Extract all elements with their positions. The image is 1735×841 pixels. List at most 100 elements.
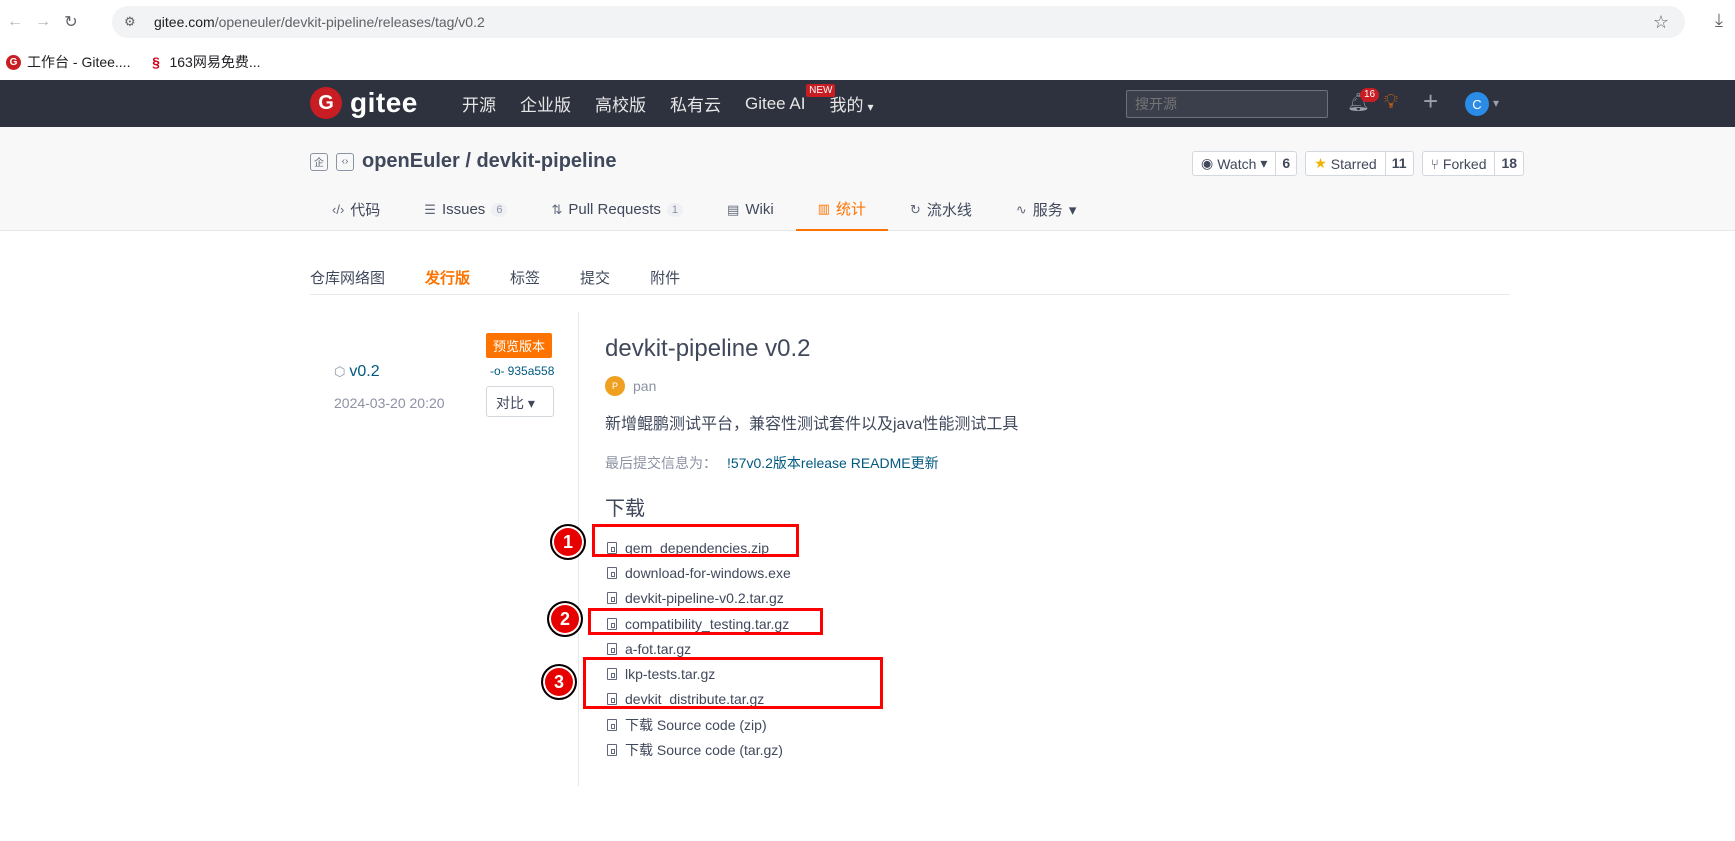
pr-count: 1 <box>666 202 684 217</box>
nav-education[interactable]: 高校版 <box>595 91 646 116</box>
service-icon: ∿ <box>1015 201 1027 217</box>
tab-code[interactable]: ‹/› 代码 <box>310 188 402 231</box>
star-count[interactable]: 11 <box>1386 152 1413 175</box>
url-host: gitee.com <box>154 14 215 30</box>
nav-private-cloud[interactable]: 私有云 <box>670 91 721 116</box>
watch-label: Watch <box>1217 155 1257 172</box>
tab-pipeline[interactable]: ↻ 流水线 <box>888 188 994 231</box>
user-avatar[interactable]: C <box>1465 92 1489 116</box>
bookmark-label: 工作台 - Gitee.... <box>27 54 131 70</box>
tab-label: Issues <box>441 201 486 218</box>
nav-gitee-ai-label: Gitee AI <box>745 93 806 113</box>
highlight-box-3 <box>583 657 883 709</box>
annotation-marker-3: 3 <box>541 664 577 700</box>
tag-icon: ⬡ <box>334 364 346 379</box>
release-author[interactable]: P pan <box>605 376 656 396</box>
chevron-down-icon: ▾ <box>1260 155 1268 171</box>
nav-open-source[interactable]: 开源 <box>462 91 496 116</box>
address-bar[interactable]: ⚙ gitee.com/openeuler/devkit-pipeline/re… <box>112 6 1685 38</box>
chevron-down-icon: ▾ <box>527 395 535 411</box>
download-list: gem_dependencies.zip download-for-window… <box>607 535 791 763</box>
bookmark-gitee[interactable]: G 工作台 - Gitee.... <box>6 52 130 72</box>
reload-icon[interactable]: ↻ <box>58 9 84 35</box>
star-label: Starred <box>1330 155 1377 172</box>
nav-mine-dropdown[interactable]: 我的 <box>829 91 873 116</box>
download-item[interactable]: download-for-windows.exe <box>607 560 791 585</box>
subnav-tags[interactable]: 标签 <box>510 254 540 294</box>
forward-icon[interactable]: → <box>30 9 56 35</box>
last-commit-link[interactable]: !57v0.2版本release README更新 <box>727 453 939 473</box>
tab-service[interactable]: ∿ 服务 ▾ <box>994 188 1098 231</box>
tab-label: 代码 <box>350 202 381 219</box>
stats-icon: ▥ <box>817 200 830 216</box>
enterprise-icon: 企 <box>310 152 328 171</box>
subnav-attachments[interactable]: 附件 <box>650 254 680 294</box>
download-name: a-fot.tar.gz <box>625 640 692 657</box>
annotation-marker-1: 1 <box>550 524 586 560</box>
gitee-logo-icon: G <box>310 87 342 119</box>
chevron-down-icon[interactable]: ▾ <box>1493 96 1499 110</box>
bookmark-163[interactable]: § 163网易免费... <box>148 52 261 72</box>
tab-issues[interactable]: ☰ Issues 6 <box>402 188 529 231</box>
tab-wiki[interactable]: ▤ Wiki <box>705 188 796 231</box>
tab-stats[interactable]: ▥ 统计 <box>795 188 888 231</box>
fork-button[interactable]: ⑂ Forked 18 <box>1421 151 1525 176</box>
tab-label: Wiki <box>745 201 774 218</box>
repo-title: 企 ‹› openEuler / devkit-pipeline <box>310 150 617 173</box>
download-source-targz[interactable]: 下载 Source code (tar.gz) <box>607 737 791 762</box>
subnav-releases[interactable]: 发行版 <box>425 254 470 294</box>
commit-icon: -o- <box>490 364 505 378</box>
download-name: 下载 Source code (tar.gz) <box>625 742 783 759</box>
author-name: pan <box>633 378 657 394</box>
tag-link[interactable]: ⬡ v0.2 <box>334 363 380 381</box>
watch-count[interactable]: 6 <box>1276 152 1296 175</box>
repo-name[interactable]: openEuler / devkit-pipeline <box>362 150 617 173</box>
highlight-box-2 <box>588 608 823 635</box>
annotation-marker-2: 2 <box>547 601 583 637</box>
top-nav: 开源 企业版 高校版 私有云 Gitee AI NEW 我的 <box>462 80 874 127</box>
download-name: devkit-pipeline-v0.2.tar.gz <box>625 590 784 607</box>
tab-label: Pull Requests <box>568 201 661 218</box>
file-zip-icon <box>607 592 617 605</box>
plus-icon[interactable]: + <box>1423 86 1438 117</box>
tab-label: 流水线 <box>926 202 972 219</box>
nav-gitee-ai[interactable]: Gitee AI NEW <box>745 83 836 114</box>
tab-pull-requests[interactable]: ⇅ Pull Requests 1 <box>529 188 705 231</box>
lightbulb-icon[interactable]: 💡︎ <box>1384 91 1398 114</box>
compare-label: 对比 <box>496 395 524 411</box>
tab-label: 统计 <box>835 201 866 218</box>
issues-count: 6 <box>491 202 508 217</box>
eye-icon: ◉ <box>1201 155 1214 171</box>
site-info-icon[interactable]: ⚙ <box>124 14 142 30</box>
bookmark-label: 163网易免费... <box>169 54 261 70</box>
back-icon[interactable]: ← <box>2 9 28 35</box>
download-source-zip[interactable]: 下载 Source code (zip) <box>607 712 791 737</box>
star-button[interactable]: ★ Starred 11 <box>1305 151 1414 176</box>
download-name: download-for-windows.exe <box>625 564 791 581</box>
subnav-network[interactable]: 仓库网络图 <box>310 254 385 294</box>
last-commit-label: 最后提交信息为： <box>605 455 717 471</box>
wiki-icon: ▤ <box>727 201 740 217</box>
watch-button[interactable]: ◉ Watch ▾ 6 <box>1192 151 1298 176</box>
pull-request-icon: ⇅ <box>551 201 563 217</box>
search-input[interactable] <box>1126 90 1328 118</box>
download-name: 下载 Source code (zip) <box>625 716 767 733</box>
prerelease-badge: 预览版本 <box>486 333 553 358</box>
gitee-logo[interactable]: G gitee <box>310 87 418 119</box>
fork-count[interactable]: 18 <box>1495 152 1523 175</box>
bookmark-star-icon[interactable]: ☆ <box>1653 12 1669 33</box>
code-repo-icon: ‹› <box>336 152 354 171</box>
commit-link[interactable]: -o- 935a558 <box>490 364 554 378</box>
subnav-commits[interactable]: 提交 <box>580 254 610 294</box>
file-zip-icon <box>607 744 617 757</box>
chevron-down-icon: ▾ <box>1068 201 1077 219</box>
site-header: G gitee 开源 企业版 高校版 私有云 Gitee AINEW 我的 🔔︎… <box>0 80 1735 127</box>
release-description: 新增鲲鹏测试平台，兼容性测试套件以及java性能测试工具 <box>605 416 1019 433</box>
nav-enterprise[interactable]: 企业版 <box>520 91 571 116</box>
logo-text: gitee <box>350 87 418 118</box>
repo-header: 企 ‹› openEuler / devkit-pipeline ◉ Watch ▾… <box>0 127 1735 231</box>
download-heading: 下载 <box>605 498 645 520</box>
compare-dropdown[interactable]: 对比 ▾ <box>486 386 554 417</box>
last-commit-info: 最后提交信息为： !57v0.2版本release README更新 <box>605 453 939 473</box>
download-icon[interactable]: ⤓ <box>1715 10 1723 31</box>
